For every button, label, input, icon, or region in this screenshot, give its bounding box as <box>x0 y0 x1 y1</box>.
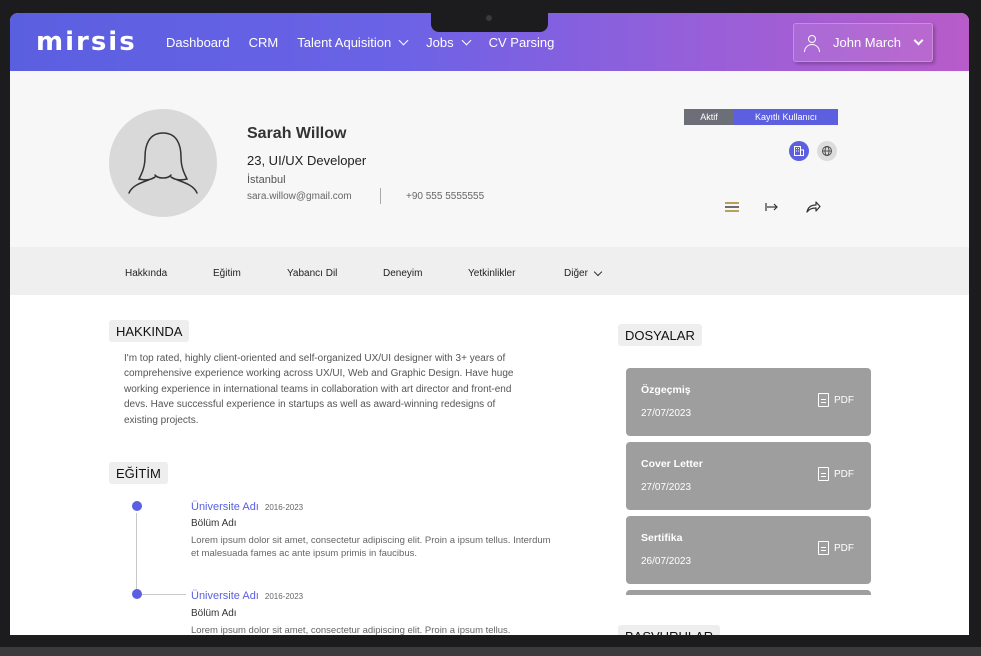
document-icon <box>818 393 829 407</box>
divider <box>380 188 381 204</box>
chevron-down-icon <box>461 35 472 46</box>
file-card[interactable]: Cover Letter 27/07/2023 PDF <box>626 442 871 510</box>
education-years: 2016-2023 <box>264 503 304 512</box>
person-silhouette-icon <box>128 132 198 194</box>
tab-label: Diğer <box>564 268 588 279</box>
nav-label: Talent Aquisition <box>297 35 392 50</box>
status-badge: Aktif <box>684 109 734 125</box>
school-name: Üniversite Adı <box>191 501 259 513</box>
laptop-base <box>0 647 981 656</box>
file-type: PDF <box>818 393 854 407</box>
export-arrow-icon[interactable] <box>762 197 782 217</box>
education-school[interactable]: Üniversite Adı 2016-2023 <box>191 501 303 513</box>
user-menu-button[interactable]: John March <box>793 23 933 62</box>
avatar <box>109 109 217 217</box>
nav-talent-aquisition[interactable]: Talent Aquisition <box>297 35 409 50</box>
tab-label: Hakkında <box>125 268 168 279</box>
files-heading: DOSYALAR <box>618 324 702 346</box>
file-type: PDF <box>818 467 854 481</box>
about-text: I'm top rated, highly client-oriented an… <box>124 353 514 426</box>
file-type-label: PDF <box>834 468 854 480</box>
camera-icon <box>486 15 492 21</box>
education-desc: Lorem ipsum dolor sit amet, consectetur … <box>191 625 511 635</box>
tab-deneyim[interactable]: Deneyim <box>383 268 422 279</box>
tab-egitim[interactable]: Eğitim <box>213 268 241 279</box>
education-dept: Bölüm Adı <box>191 608 237 619</box>
tab-yetkinlikler[interactable]: Yetkinlikler <box>468 268 515 279</box>
file-name: Özgeçmiş <box>641 384 691 396</box>
app-screen: mirsis Dashboard CRM Talent Aquisition J… <box>10 13 969 635</box>
profile-tabs: Hakkında Eğitim Yabancı Dil Deneyim Yetk… <box>10 247 969 295</box>
file-card[interactable]: Özgeçmiş 27/07/2023 PDF <box>626 368 871 436</box>
nav-cv-parsing[interactable]: CV Parsing <box>489 35 555 50</box>
user-type-badge: Kayıtlı Kullanıcı <box>734 109 838 125</box>
timeline-dot <box>132 501 142 511</box>
nav-label: CRM <box>248 35 279 50</box>
chevron-down-icon <box>593 267 603 276</box>
timeline-line <box>136 513 137 591</box>
tab-label: Deneyim <box>383 268 423 279</box>
document-icon <box>818 467 829 481</box>
education-heading: EĞİTİM <box>109 462 168 484</box>
about-heading: HAKKINDA <box>109 320 190 342</box>
share-icon[interactable] <box>803 197 823 217</box>
file-date: 27/07/2023 <box>641 408 692 419</box>
file-date: 26/07/2023 <box>641 556 692 567</box>
education-desc: Lorem ipsum dolor sit amet, consectetur … <box>191 535 551 559</box>
globe-icon[interactable] <box>817 141 837 161</box>
timeline-connector <box>141 594 186 595</box>
education-dept: Bölüm Adı <box>191 518 237 529</box>
nav-label: CV Parsing <box>488 35 555 50</box>
tab-label: Yetkinlikler <box>468 268 516 279</box>
chevron-down-icon <box>913 35 924 46</box>
candidate-email[interactable]: sara.willow@gmail.com <box>247 191 352 202</box>
education-school[interactable]: Üniversite Adı 2016-2023 <box>191 590 303 602</box>
tab-label: Eğitim <box>213 268 241 279</box>
profile-header: Sarah Willow 23, UI/UX Developer İstanbu… <box>10 71 969 247</box>
logo-text: mirsis <box>36 27 137 57</box>
nav-crm[interactable]: CRM <box>249 35 279 50</box>
file-type-label: PDF <box>834 542 854 554</box>
candidate-title: 23, UI/UX Developer <box>247 153 367 168</box>
timeline-dot <box>132 589 142 599</box>
candidate-phone[interactable]: +90 555 5555555 <box>406 191 484 202</box>
file-type-label: PDF <box>834 394 854 406</box>
camera-notch <box>431 13 548 32</box>
applications-heading: BAŞVURULAR <box>618 625 721 635</box>
tab-diger[interactable]: Diğer <box>564 267 603 279</box>
nav-dashboard[interactable]: Dashboard <box>166 35 230 50</box>
main-nav: Dashboard CRM Talent Aquisition Jobs CV … <box>166 35 573 50</box>
file-card-partial[interactable] <box>626 590 871 595</box>
file-name: Cover Letter <box>641 458 703 470</box>
file-name: Sertifika <box>641 532 683 544</box>
user-name: John March <box>833 35 901 50</box>
tab-label: Yabancı Dil <box>287 268 338 279</box>
school-name: Üniversite Adı <box>191 590 259 602</box>
file-card[interactable]: Sertifika 26/07/2023 PDF <box>626 516 871 584</box>
user-icon <box>803 34 821 52</box>
building-icon[interactable] <box>789 141 809 161</box>
file-date: 27/07/2023 <box>641 482 692 493</box>
candidate-name: Sarah Willow <box>247 125 347 142</box>
menu-icon[interactable] <box>722 197 742 217</box>
app-logo[interactable]: mirsis <box>34 25 137 61</box>
file-type: PDF <box>818 541 854 555</box>
nav-jobs[interactable]: Jobs <box>426 35 472 50</box>
candidate-city: İstanbul <box>247 174 286 186</box>
education-years: 2016-2023 <box>264 592 304 601</box>
nav-label: Dashboard <box>166 35 230 50</box>
tab-yabanci-dil[interactable]: Yabancı Dil <box>287 268 337 279</box>
document-icon <box>818 541 829 555</box>
chevron-down-icon <box>398 35 409 46</box>
tab-hakkinda[interactable]: Hakkında <box>125 268 167 279</box>
nav-label: Jobs <box>426 35 454 50</box>
status-badges: Aktif Kayıtlı Kullanıcı <box>684 109 838 125</box>
